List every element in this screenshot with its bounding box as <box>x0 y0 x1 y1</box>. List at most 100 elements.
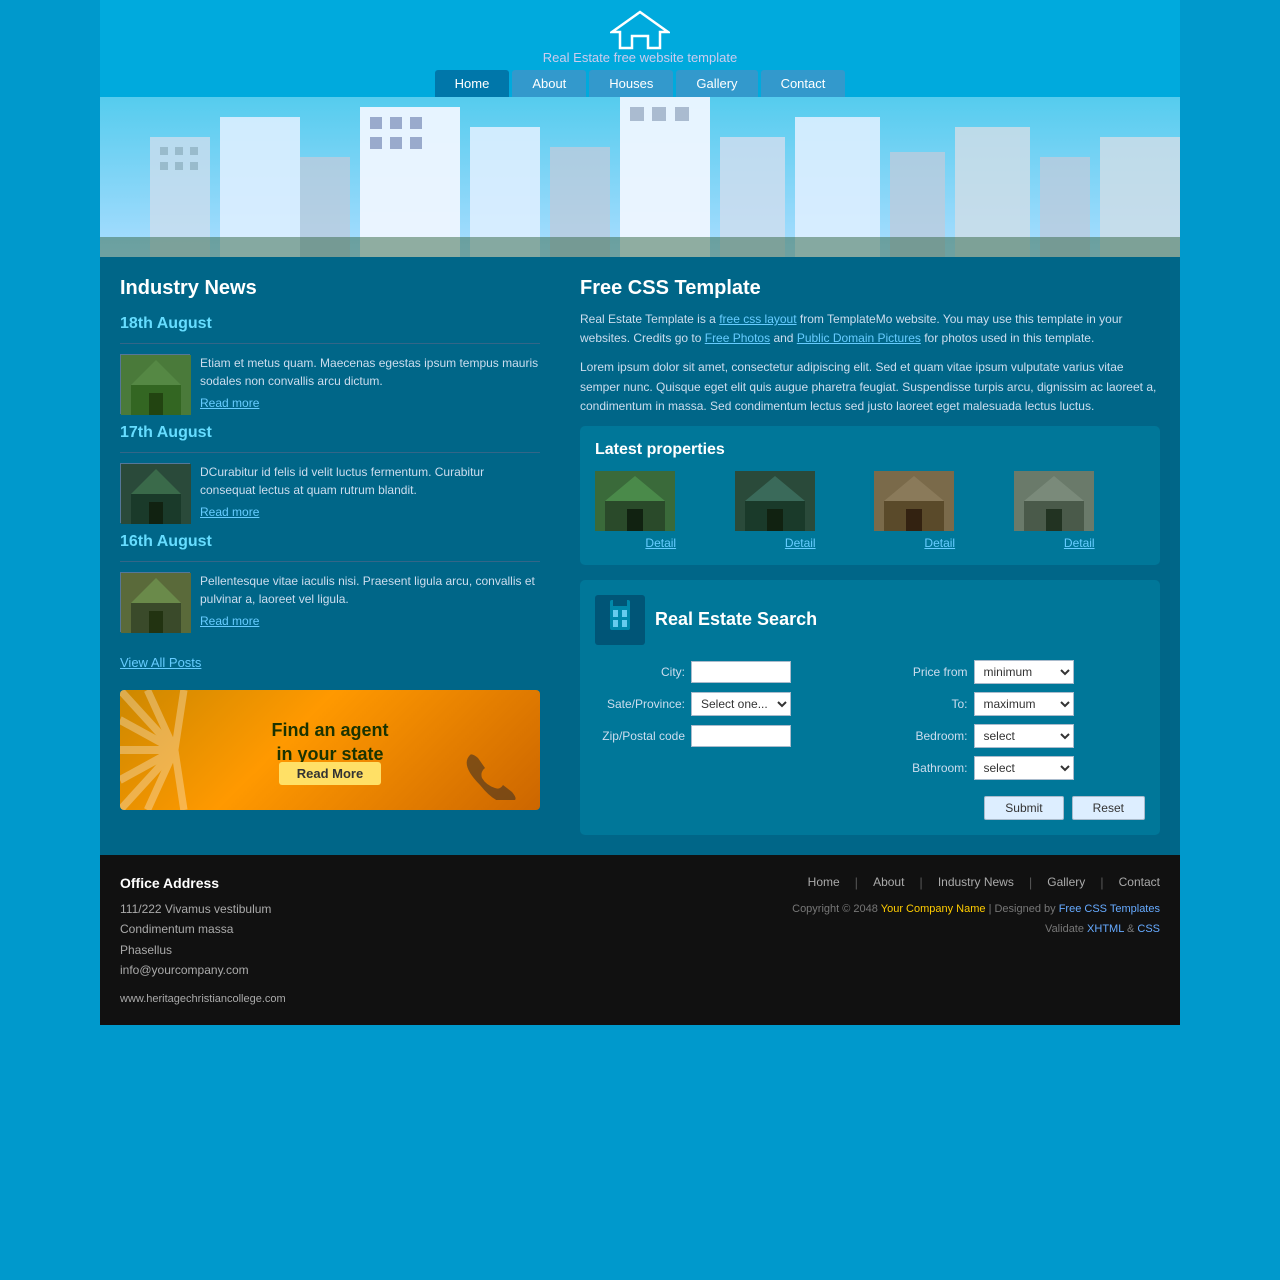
zip-row: Zip/Postal code <box>595 724 863 748</box>
link-photos[interactable]: Free Photos <box>705 331 770 345</box>
divider-3 <box>120 561 540 562</box>
read-more-1[interactable]: Read more <box>200 394 540 412</box>
view-all-posts[interactable]: View All Posts <box>120 655 201 670</box>
free-css-para2: Lorem ipsum dolor sit amet, consectetur … <box>580 358 1160 416</box>
news-date-1: 18th August <box>120 315 540 333</box>
property-thumb-1 <box>595 471 675 531</box>
logo-subtitle: free website template <box>614 50 738 65</box>
bedroom-select[interactable]: select 1 2 3 <box>974 724 1074 748</box>
logo-title: Real Estate <box>543 50 610 65</box>
read-more-3[interactable]: Read more <box>200 612 540 630</box>
property-detail-2[interactable]: Detail <box>785 536 816 550</box>
hero-banner <box>100 97 1180 257</box>
reset-button[interactable]: Reset <box>1072 796 1145 820</box>
news-date-3: 16th August <box>120 533 540 551</box>
header: Real Estate free website template Home A… <box>100 0 1180 97</box>
price-to-select[interactable]: maximum 200000 500000 <box>974 692 1074 716</box>
zip-label: Zip/Postal code <box>595 729 685 743</box>
real-estate-search: Real Estate Search City: Price from mini… <box>580 580 1160 835</box>
footer: Office Address 111/222 Vivamus vestibulu… <box>100 855 1180 1025</box>
footer-nav-gallery[interactable]: Gallery <box>1047 875 1085 890</box>
link-css-layout[interactable]: free css layout <box>719 312 796 326</box>
news-text-1: Etiam et metus quam. Maecenas egestas ip… <box>200 354 540 414</box>
agent-read-more[interactable]: Read More <box>279 762 381 785</box>
price-from-label: Price from <box>878 665 968 679</box>
search-title: Real Estate Search <box>655 609 817 630</box>
form-buttons: Submit Reset <box>595 796 1145 820</box>
bedroom-row: Bedroom: select 1 2 3 <box>878 724 1146 748</box>
right-column: Free CSS Template Real Estate Template i… <box>560 257 1180 855</box>
nav-gallery[interactable]: Gallery <box>676 70 757 97</box>
footer-left: Office Address 111/222 Vivamus vestibulu… <box>120 875 420 1005</box>
property-thumb-2 <box>735 471 815 531</box>
news-text-2: DCurabitur id felis id velit luctus ferm… <box>200 463 540 523</box>
news-date-2: 17th August <box>120 424 540 442</box>
left-column: Industry News 18th August Etiam et metus… <box>100 257 560 855</box>
zip-input[interactable] <box>691 725 791 747</box>
footer-nav-home[interactable]: Home <box>808 875 840 890</box>
footer-nav-about[interactable]: About <box>873 875 904 890</box>
property-detail-1[interactable]: Detail <box>645 536 676 550</box>
agent-banner: Find an agent in your state Read More <box>120 690 540 810</box>
search-icon-box <box>595 595 645 645</box>
news-item-3: Pellentesque vitae iaculis nisi. Praesen… <box>120 572 540 632</box>
property-item-1: Detail <box>595 471 727 550</box>
property-detail-3[interactable]: Detail <box>924 536 955 550</box>
free-css-title: Free CSS Template <box>580 277 1160 300</box>
office-title: Office Address <box>120 875 420 891</box>
news-thumb-2 <box>120 463 190 523</box>
price-from-select[interactable]: minimum 100000 200000 300000 <box>974 660 1074 684</box>
bathroom-label: Bathroom: <box>878 761 968 775</box>
property-thumb-4 <box>1014 471 1094 531</box>
state-row: Sate/Province: Select one... California … <box>595 692 863 716</box>
city-input[interactable] <box>691 661 791 683</box>
footer-nav: Home | About | Industry News | Gallery |… <box>420 875 1160 890</box>
free-css-para1: Real Estate Template is a free css layou… <box>580 310 1160 348</box>
nav-about[interactable]: About <box>512 70 586 97</box>
company-link[interactable]: Your Company Name <box>881 903 986 915</box>
copyright: Copyright © 2048 Your Company Name | Des… <box>420 900 1160 940</box>
nav-home[interactable]: Home <box>435 70 510 97</box>
link-pdp[interactable]: Public Domain Pictures <box>797 331 921 345</box>
news-thumb-1 <box>120 354 190 414</box>
hero-skyline <box>100 97 1180 257</box>
footer-nav-industry-news[interactable]: Industry News <box>938 875 1014 890</box>
industry-news-title: Industry News <box>120 277 540 300</box>
property-thumb-3 <box>874 471 954 531</box>
logo: Real Estate free website template <box>100 10 1180 65</box>
nav-houses[interactable]: Houses <box>589 70 673 97</box>
divider-2 <box>120 452 540 453</box>
submit-button[interactable]: Submit <box>984 796 1063 820</box>
bathroom-select[interactable]: select 1 2 3 <box>974 756 1074 780</box>
price-to-label: To: <box>878 697 968 711</box>
main-nav: Home About Houses Gallery Contact <box>100 65 1180 97</box>
price-from-row: Price from minimum 100000 200000 300000 <box>878 660 1146 684</box>
divider-1 <box>120 343 540 344</box>
property-item-4: Detail <box>1014 471 1146 550</box>
news-item-2: DCurabitur id felis id velit luctus ferm… <box>120 463 540 523</box>
agent-banner-line1: Find an agent <box>272 719 389 742</box>
price-to-row: To: maximum 200000 500000 <box>878 692 1146 716</box>
address: 111/222 Vivamus vestibulum Condimentum m… <box>120 899 420 981</box>
search-header: Real Estate Search <box>595 595 1145 645</box>
state-select[interactable]: Select one... California Texas New York <box>691 692 791 716</box>
website: www.heritagechristiancollege.com <box>120 993 420 1005</box>
bedroom-label: Bedroom: <box>878 729 968 743</box>
bathroom-row: Bathroom: select 1 2 3 <box>878 756 1146 780</box>
city-label: City: <box>595 665 685 679</box>
city-row: City: <box>595 660 863 684</box>
nav-contact[interactable]: Contact <box>761 70 846 97</box>
footer-nav-contact[interactable]: Contact <box>1119 875 1160 890</box>
footer-right: Home | About | Industry News | Gallery |… <box>420 875 1160 1005</box>
xhtml-link[interactable]: XHTML <box>1087 923 1124 935</box>
read-more-2[interactable]: Read more <box>200 503 540 521</box>
css-link[interactable]: CSS <box>1137 923 1160 935</box>
designer-link[interactable]: Free CSS Templates <box>1059 903 1160 915</box>
property-detail-4[interactable]: Detail <box>1064 536 1095 550</box>
property-item-3: Detail <box>874 471 1006 550</box>
latest-props-title: Latest properties <box>595 441 1145 459</box>
news-thumb-3 <box>120 572 190 632</box>
latest-properties: Latest properties Detail Detail <box>580 426 1160 565</box>
news-item-1: Etiam et metus quam. Maecenas egestas ip… <box>120 354 540 414</box>
property-item-2: Detail <box>735 471 867 550</box>
